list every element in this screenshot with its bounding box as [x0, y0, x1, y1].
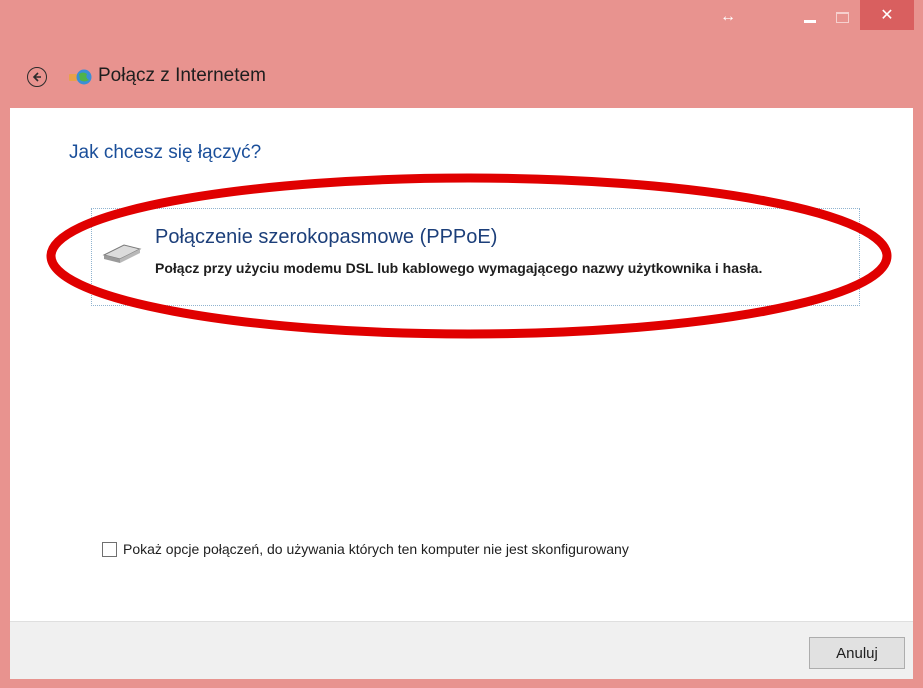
page-heading: Jak chcesz się łączyć? [69, 142, 262, 163]
show-options-checkbox[interactable] [102, 541, 117, 557]
pppoe-option[interactable]: Połączenie szerokopasmowe (PPPoE) Połącz… [91, 208, 860, 306]
minimize-button[interactable] [795, 0, 825, 34]
option-description: Połącz przy użyciu modemu DSL lub kablow… [155, 260, 763, 276]
back-arrow-icon [32, 72, 41, 82]
window-bottom-border [0, 679, 923, 688]
show-options-checkbox-row[interactable]: Pokaż opcje połączeń, do używania któryc… [102, 541, 629, 557]
network-globe-icon [69, 69, 92, 85]
close-button[interactable]: ✕ [860, 0, 914, 30]
checkbox-label: Pokaż opcje połączeń, do używania któryc… [123, 541, 629, 557]
back-button[interactable] [27, 67, 47, 87]
modem-icon [102, 244, 142, 263]
minimize-icon [804, 19, 816, 23]
title-bar: ↔ ✕ [0, 0, 923, 50]
close-icon: ✕ [880, 7, 894, 24]
maximize-icon [835, 11, 849, 23]
maximize-button [826, 0, 858, 34]
footer-bar: Anuluj [10, 621, 913, 679]
cancel-button[interactable]: Anuluj [809, 637, 905, 669]
dialog-window: ↔ ✕ Połącz z Internetem Jak chcesz się ł… [0, 0, 923, 688]
content-panel: Jak chcesz się łączyć? Połączenie szerok… [10, 108, 913, 621]
wizard-header: Połącz z Internetem [0, 50, 923, 102]
option-title: Połączenie szerokopasmowe (PPPoE) [155, 226, 498, 248]
resize-icon[interactable]: ↔ [708, 0, 748, 34]
wizard-title: Połącz z Internetem [98, 65, 266, 86]
